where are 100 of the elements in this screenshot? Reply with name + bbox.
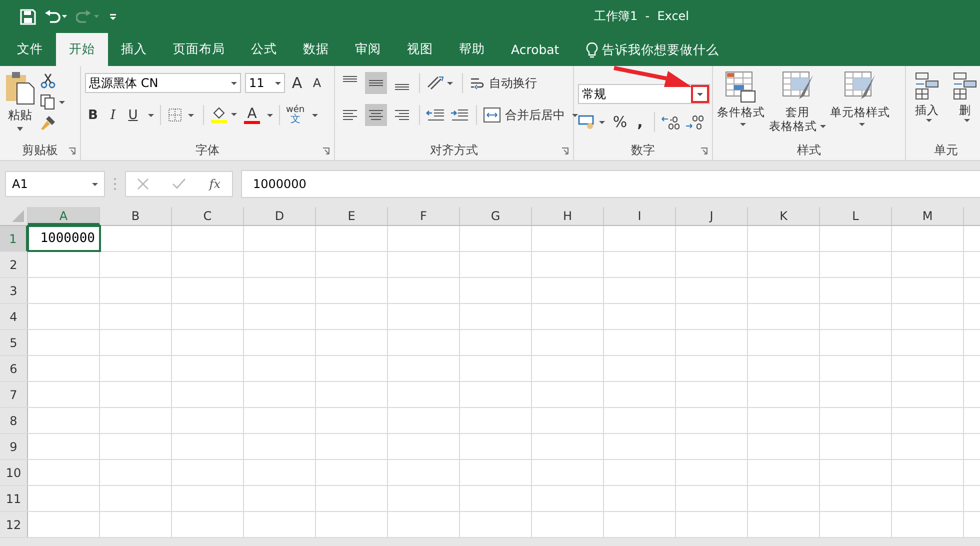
merge-center-button[interactable]: 合并后居中 <box>483 106 578 124</box>
phonetic-button[interactable]: wén 文 <box>286 105 305 125</box>
ribbon-tab[interactable]: 文件 <box>4 33 56 66</box>
dropdown-button[interactable] <box>691 85 709 103</box>
italic-button[interactable]: I <box>105 105 121 125</box>
dialog-launcher-icon[interactable] <box>700 147 708 155</box>
lightbulb-icon <box>586 42 598 58</box>
vertical-align-button[interactable] <box>365 72 387 94</box>
font-name-dropdown[interactable]: 思源黑体 CN <box>85 73 241 93</box>
cells-button[interactable]: 插入 <box>910 71 944 122</box>
style-button[interactable]: 套用 表格格式 <box>769 71 826 134</box>
merge-cells-icon <box>483 107 501 123</box>
vertical-align-icon <box>395 84 409 90</box>
row-header[interactable]: 6 <box>0 356 28 381</box>
column-header[interactable]: K <box>748 207 820 225</box>
cells-button[interactable]: 删 <box>948 71 980 122</box>
decrease-decimal-icon[interactable] <box>685 114 705 130</box>
horizontal-align-button[interactable] <box>365 104 387 126</box>
bold-button[interactable]: B <box>85 105 101 125</box>
ribbon-tab[interactable]: 帮助 <box>446 33 498 66</box>
column-header[interactable]: E <box>316 207 388 225</box>
cells-grid-icon <box>952 71 978 101</box>
tell-me-field[interactable]: 告诉我你想要做什么 <box>602 42 742 57</box>
ribbon-tab[interactable]: 审阅 <box>342 33 394 66</box>
insert-function-button[interactable]: fx <box>209 177 221 191</box>
row-header[interactable]: 10 <box>0 460 28 485</box>
dialog-launcher-icon[interactable] <box>68 147 76 155</box>
ribbon-tab[interactable]: 页面布局 <box>160 33 238 66</box>
column-header[interactable]: H <box>532 207 604 225</box>
format-painter-icon[interactable] <box>40 115 56 131</box>
ribbon-tab[interactable]: 数据 <box>290 33 342 66</box>
row-header[interactable]: 8 <box>0 408 28 433</box>
borders-icon[interactable] <box>167 107 197 123</box>
column-header[interactable]: M <box>892 207 964 225</box>
fill-color-icon[interactable] <box>210 106 240 124</box>
row-header[interactable]: 9 <box>0 434 28 459</box>
ribbon-tab[interactable]: 视图 <box>394 33 446 66</box>
horizontal-align-icon <box>394 107 410 123</box>
triangle-icon <box>12 210 24 222</box>
checkmark-icon[interactable] <box>172 178 186 190</box>
row-header[interactable]: 2 <box>0 252 28 277</box>
ribbon-tab[interactable]: 开始 <box>56 33 108 66</box>
scissors-icon[interactable] <box>40 73 56 89</box>
caret-icon <box>16 126 24 132</box>
paste-button[interactable]: 粘贴 <box>4 71 36 132</box>
wrap-text-button[interactable]: 自动换行 <box>469 74 537 92</box>
group-label: 对齐方式 <box>430 142 478 158</box>
increase-decimal-icon[interactable] <box>661 114 681 130</box>
row-header[interactable]: 7 <box>0 382 28 407</box>
dialog-launcher-icon[interactable] <box>561 147 569 155</box>
shrink-font-button[interactable]: A <box>309 73 325 93</box>
row-header[interactable]: 11 <box>0 486 28 511</box>
formula-input[interactable]: 1000000 <box>241 170 980 198</box>
column-header[interactable]: D <box>244 207 316 225</box>
grow-font-button[interactable]: A <box>289 73 305 93</box>
window-title: 工作簿1 - Excel <box>594 8 690 25</box>
vertical-align-icon <box>369 80 383 86</box>
cells-grid-icon <box>914 71 940 101</box>
drag-handle-icon[interactable] <box>113 177 117 191</box>
percent-button[interactable]: % <box>612 112 628 132</box>
ribbon-tab[interactable]: Acrobat <box>498 33 572 66</box>
save-icon[interactable] <box>20 8 36 24</box>
undo-icon[interactable] <box>44 8 68 24</box>
row-header[interactable]: 1 <box>0 226 28 251</box>
font-size-dropdown[interactable]: 11 <box>245 73 285 93</box>
comma-button[interactable]: , <box>632 112 648 132</box>
table-cell: 1000000 <box>28 226 100 251</box>
font-color-button[interactable]: A <box>244 106 260 124</box>
underline-button[interactable]: U <box>125 105 141 125</box>
ribbon-tab[interactable]: 插入 <box>108 33 160 66</box>
table-style-icon <box>725 71 757 103</box>
column-header[interactable]: C <box>172 207 244 225</box>
ribbon-tab[interactable]: 公式 <box>238 33 290 66</box>
group-label: 剪贴板 <box>22 142 58 158</box>
vertical-align-icon <box>343 76 357 82</box>
column-header[interactable]: B <box>100 207 172 225</box>
name-box[interactable]: A1 <box>5 171 105 197</box>
horizontal-align-icon <box>342 107 358 123</box>
increase-indent-icon[interactable] <box>450 107 470 123</box>
column-header[interactable]: F <box>388 207 460 225</box>
column-header[interactable]: L <box>820 207 892 225</box>
number-format-dropdown[interactable]: 常规 <box>578 84 710 104</box>
clipboard-icon <box>5 71 35 105</box>
decrease-indent-icon[interactable] <box>426 107 446 123</box>
horizontal-align-icon <box>368 107 384 123</box>
style-button[interactable]: 单元格样式 <box>830 71 890 126</box>
column-header[interactable]: J <box>676 207 748 225</box>
row-header[interactable]: 5 <box>0 330 28 355</box>
dialog-launcher-icon[interactable] <box>322 147 330 155</box>
currency-icon[interactable] <box>578 114 608 130</box>
row-header[interactable]: 4 <box>0 304 28 329</box>
group-label: 字体 <box>196 142 220 158</box>
orientation-icon[interactable] <box>426 75 456 91</box>
column-header[interactable]: I <box>604 207 676 225</box>
row-header[interactable]: 12 <box>0 512 28 537</box>
column-header[interactable]: A <box>28 207 100 225</box>
column-header[interactable]: G <box>460 207 532 225</box>
copy-icon[interactable] <box>40 94 66 110</box>
style-button[interactable]: 条件格式 <box>717 71 765 126</box>
row-header[interactable]: 3 <box>0 278 28 303</box>
